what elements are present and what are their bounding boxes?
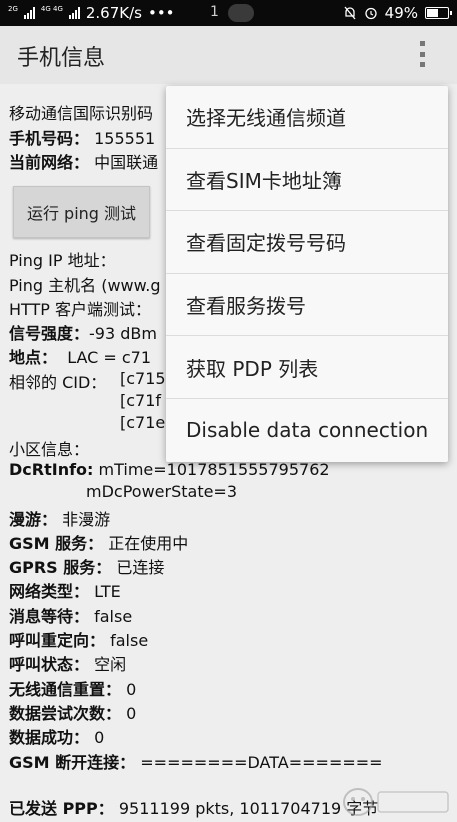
gsm-service-row: GSM 服务： 正在使用中	[9, 530, 188, 554]
dcrtinfo-mtime: mTime=1017851555795762	[98, 460, 330, 479]
message-waiting-label: 消息等待：	[9, 607, 90, 626]
neighbor-cid-value: [c71f	[120, 391, 162, 410]
data-success-row: 数据成功： 0	[9, 724, 104, 748]
radio-reset-value: 0	[126, 680, 137, 699]
camera-notch	[228, 4, 254, 22]
alarm-icon	[365, 7, 377, 20]
data-success-label: 数据成功：	[9, 728, 90, 747]
network-tag-2g: 2G	[8, 4, 18, 13]
location-label: 地点：	[9, 348, 58, 367]
signal-strength-value: -93 dBm	[89, 324, 157, 343]
call-state-row: 呼叫状态： 空闲	[9, 651, 126, 675]
menu-item-disable-data-connection[interactable]: Disable data connection	[166, 399, 448, 462]
menu-item-select-radio-band[interactable]: 选择无线通信频道	[166, 86, 448, 149]
run-ping-test-button[interactable]: 运行 ping 测试	[13, 186, 150, 238]
location-row: 地点： LAC = c71	[9, 344, 151, 368]
gsm-disconnect-label: GSM 断开连接：	[9, 753, 136, 772]
overflow-dropdown-menu: 选择无线通信频道 查看SIM卡地址簿 查看固定拨号号码 查看服务拨号 获取 PD…	[166, 86, 448, 462]
data-attempts-label: 数据尝试次数：	[9, 704, 122, 723]
battery-fill	[427, 9, 438, 17]
ping-ip-label: Ping IP 地址：	[9, 251, 116, 270]
dcrtinfo-row: DcRtInfo: mTime=1017851555795762	[9, 460, 330, 479]
roaming-label: 漫游：	[9, 510, 58, 529]
status-time: 1	[210, 4, 219, 20]
status-bar: 2G 4G 4G 2.67K/s ••• 1 49%	[0, 0, 457, 26]
cell-info-label: 小区信息：	[9, 440, 90, 459]
http-client-test-label: HTTP 客户端测试：	[9, 300, 152, 319]
call-redirect-value: false	[110, 631, 149, 650]
neighbor-cid-label: 相邻的 CID：	[9, 373, 107, 392]
network-type-label: 网络类型：	[9, 582, 90, 601]
gprs-service-value: 已连接	[116, 558, 165, 577]
location-value: LAC = c71	[67, 348, 152, 367]
battery-percent: 49%	[384, 4, 418, 22]
imei-label: 移动通信国际识别码	[9, 104, 154, 123]
current-network-value: 中国联通	[94, 153, 159, 172]
call-redirect-row: 呼叫重定向： false	[9, 627, 148, 651]
menu-item-view-sim-address-book[interactable]: 查看SIM卡地址簿	[166, 149, 448, 212]
app-bar: 手机信息	[0, 26, 457, 84]
mute-bell-icon	[344, 6, 356, 20]
phone-number-row: 手机号码： 155551	[9, 125, 155, 149]
gsm-service-value: 正在使用中	[108, 534, 189, 553]
data-attempts-value: 0	[126, 704, 137, 723]
signal-icon	[23, 7, 35, 19]
network-tag-4g: 4G 4G	[40, 4, 63, 13]
status-right: 49%	[343, 0, 452, 26]
battery-icon	[425, 7, 452, 19]
roaming-row: 漫游： 非漫游	[9, 506, 110, 530]
data-attempts-row: 数据尝试次数： 0	[9, 700, 136, 724]
network-type-value: LTE	[94, 582, 121, 601]
roaming-value: 非漫游	[62, 510, 111, 529]
menu-item-view-fixed-dialing-numbers[interactable]: 查看固定拨号号码	[166, 211, 448, 274]
call-redirect-label: 呼叫重定向：	[9, 631, 106, 650]
overflow-menu-icon[interactable]	[412, 38, 432, 70]
menu-item-get-pdp-list[interactable]: 获取 PDP 列表	[166, 336, 448, 399]
status-left: 2G 4G 4G 2.67K/s •••	[8, 4, 175, 22]
dcrtinfo-power-state: mDcPowerState=3	[86, 482, 238, 501]
gsm-service-label: GSM 服务：	[9, 534, 104, 553]
data-success-value: 0	[94, 728, 105, 747]
radio-reset-row: 无线通信重置： 0	[9, 676, 136, 700]
ping-host-label: Ping 主机名 (www.g	[9, 276, 161, 295]
phone-number-label: 手机号码：	[9, 129, 90, 148]
gprs-service-label: GPRS 服务：	[9, 558, 112, 577]
watermark-logo	[343, 788, 449, 816]
call-state-label: 呼叫状态：	[9, 655, 90, 674]
menu-item-view-service-dialing[interactable]: 查看服务拨号	[166, 274, 448, 337]
dcrtinfo-label: DcRtInfo:	[9, 460, 94, 479]
message-waiting-row: 消息等待： false	[9, 603, 132, 627]
radio-reset-label: 无线通信重置：	[9, 680, 122, 699]
ppp-sent-row: 已发送 PPP： 9511199 pkts, 1011704719 字节	[9, 795, 378, 819]
signal-strength-label: 信号强度：	[9, 324, 90, 343]
gprs-service-row: GPRS 服务： 已连接	[9, 554, 164, 578]
ppp-sent-label: 已发送 PPP：	[9, 799, 114, 818]
more-notifications-icon: •••	[147, 4, 175, 22]
network-type-row: 网络类型： LTE	[9, 578, 121, 602]
gsm-disconnect-value: ========DATA=======	[140, 753, 383, 772]
phone-number-value: 155551	[94, 129, 156, 148]
message-waiting-value: false	[94, 607, 133, 626]
signal-icon-2	[68, 7, 80, 19]
call-state-value: 空闲	[94, 655, 127, 674]
current-network-row: 当前网络： 中国联通	[9, 149, 158, 173]
page-title: 手机信息	[17, 46, 106, 71]
gsm-disconnect-row: GSM 断开连接： ========DATA=======	[9, 749, 383, 773]
current-network-label: 当前网络：	[9, 153, 90, 172]
neighbor-cid-value: [c715	[120, 369, 166, 388]
neighbor-cid-value: [c71e	[120, 413, 166, 432]
network-speed: 2.67K/s	[85, 4, 142, 22]
signal-strength-row: 信号强度：-93 dBm	[9, 320, 157, 344]
